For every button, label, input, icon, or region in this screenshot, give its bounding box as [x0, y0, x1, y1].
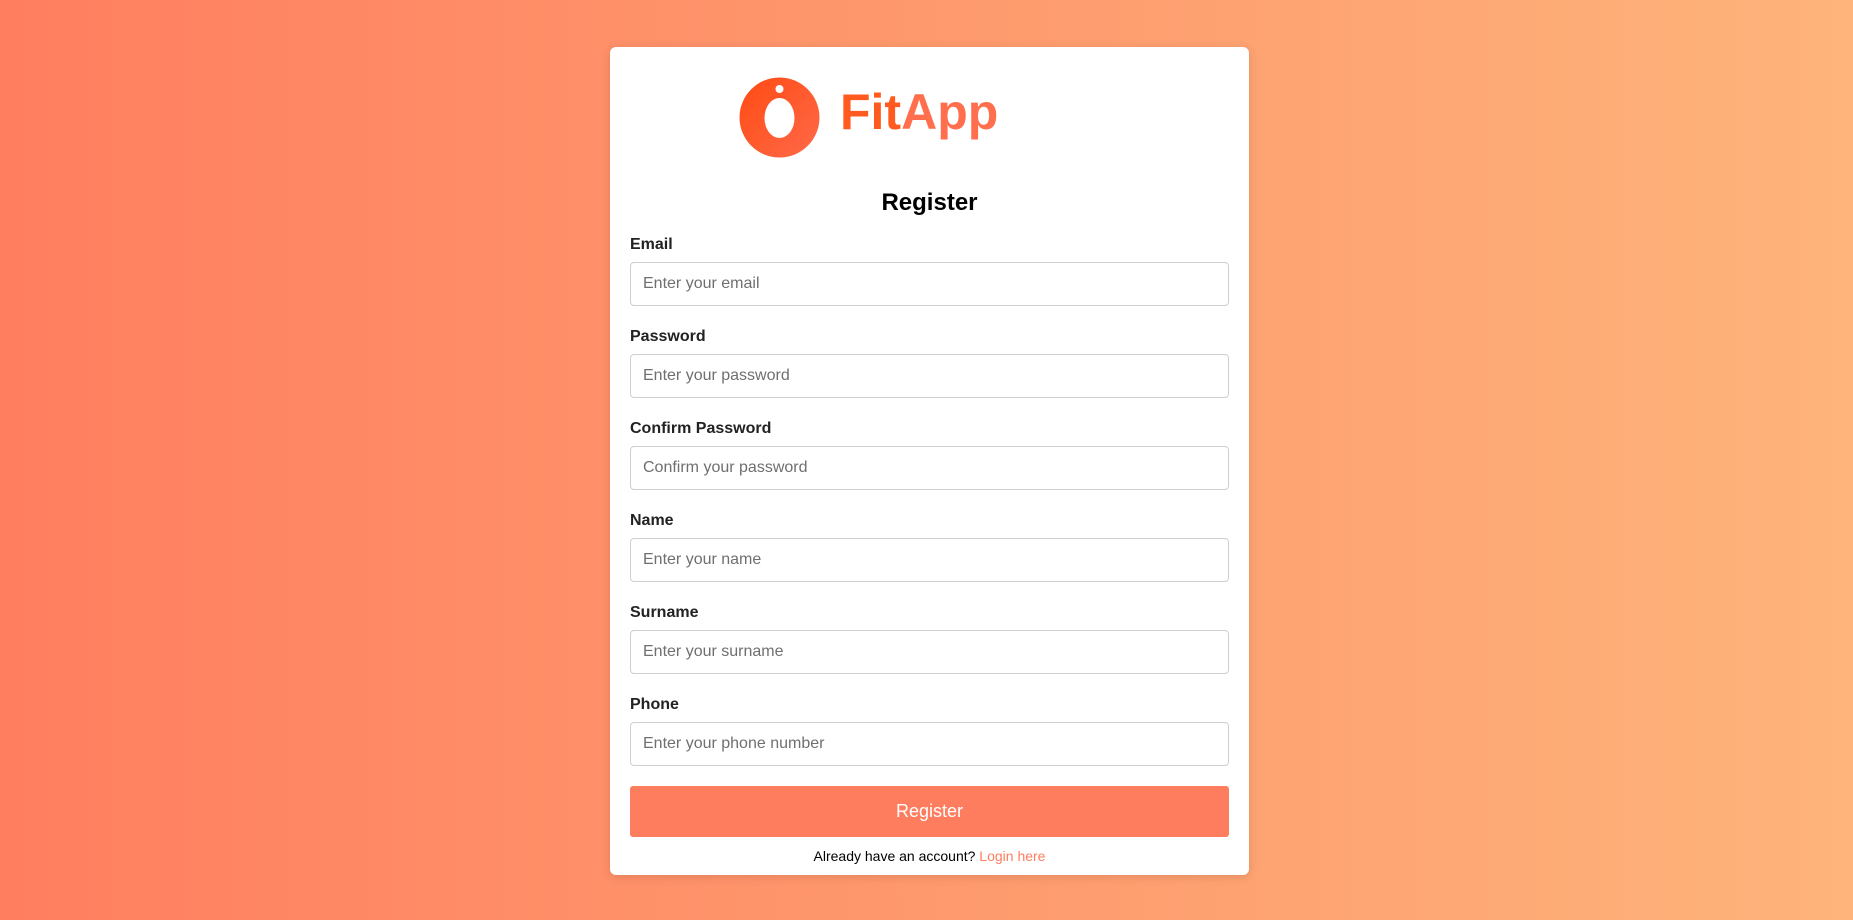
brand-name-part1: Fit [840, 84, 902, 140]
register-card: FitApp Register Email Password Confirm P… [610, 47, 1249, 875]
brand-name: FitApp [840, 87, 998, 137]
login-prompt: Already have an account? Login here [630, 848, 1229, 864]
login-link[interactable]: Login here [979, 848, 1045, 864]
password-label: Password [630, 328, 706, 345]
email-label: Email [630, 236, 673, 253]
register-button[interactable]: Register [630, 786, 1229, 837]
phone-label: Phone [630, 696, 679, 713]
brand-name-part2: App [901, 84, 999, 140]
name-input[interactable] [630, 538, 1229, 582]
name-label: Name [630, 512, 674, 529]
surname-input[interactable] [630, 630, 1229, 674]
name-field-group: Name [630, 512, 1229, 582]
surname-field-group: Surname [630, 604, 1229, 674]
email-field-group: Email [630, 236, 1229, 306]
surname-label: Surname [630, 604, 699, 621]
register-form: Email Password Confirm Password Name Sur… [630, 236, 1229, 864]
logo-icon [739, 77, 820, 157]
login-prompt-text: Already have an account? [813, 848, 976, 864]
brand-logo: FitApp [739, 76, 998, 158]
password-field-group: Password [630, 328, 1229, 398]
phone-field-group: Phone [630, 696, 1229, 766]
password-input[interactable] [630, 354, 1229, 398]
page-title: Register [881, 189, 978, 216]
confirm-password-field-group: Confirm Password [630, 420, 1229, 490]
email-input[interactable] [630, 262, 1229, 306]
phone-input[interactable] [630, 722, 1229, 766]
confirm-password-input[interactable] [630, 446, 1229, 490]
confirm-password-label: Confirm Password [630, 420, 772, 437]
